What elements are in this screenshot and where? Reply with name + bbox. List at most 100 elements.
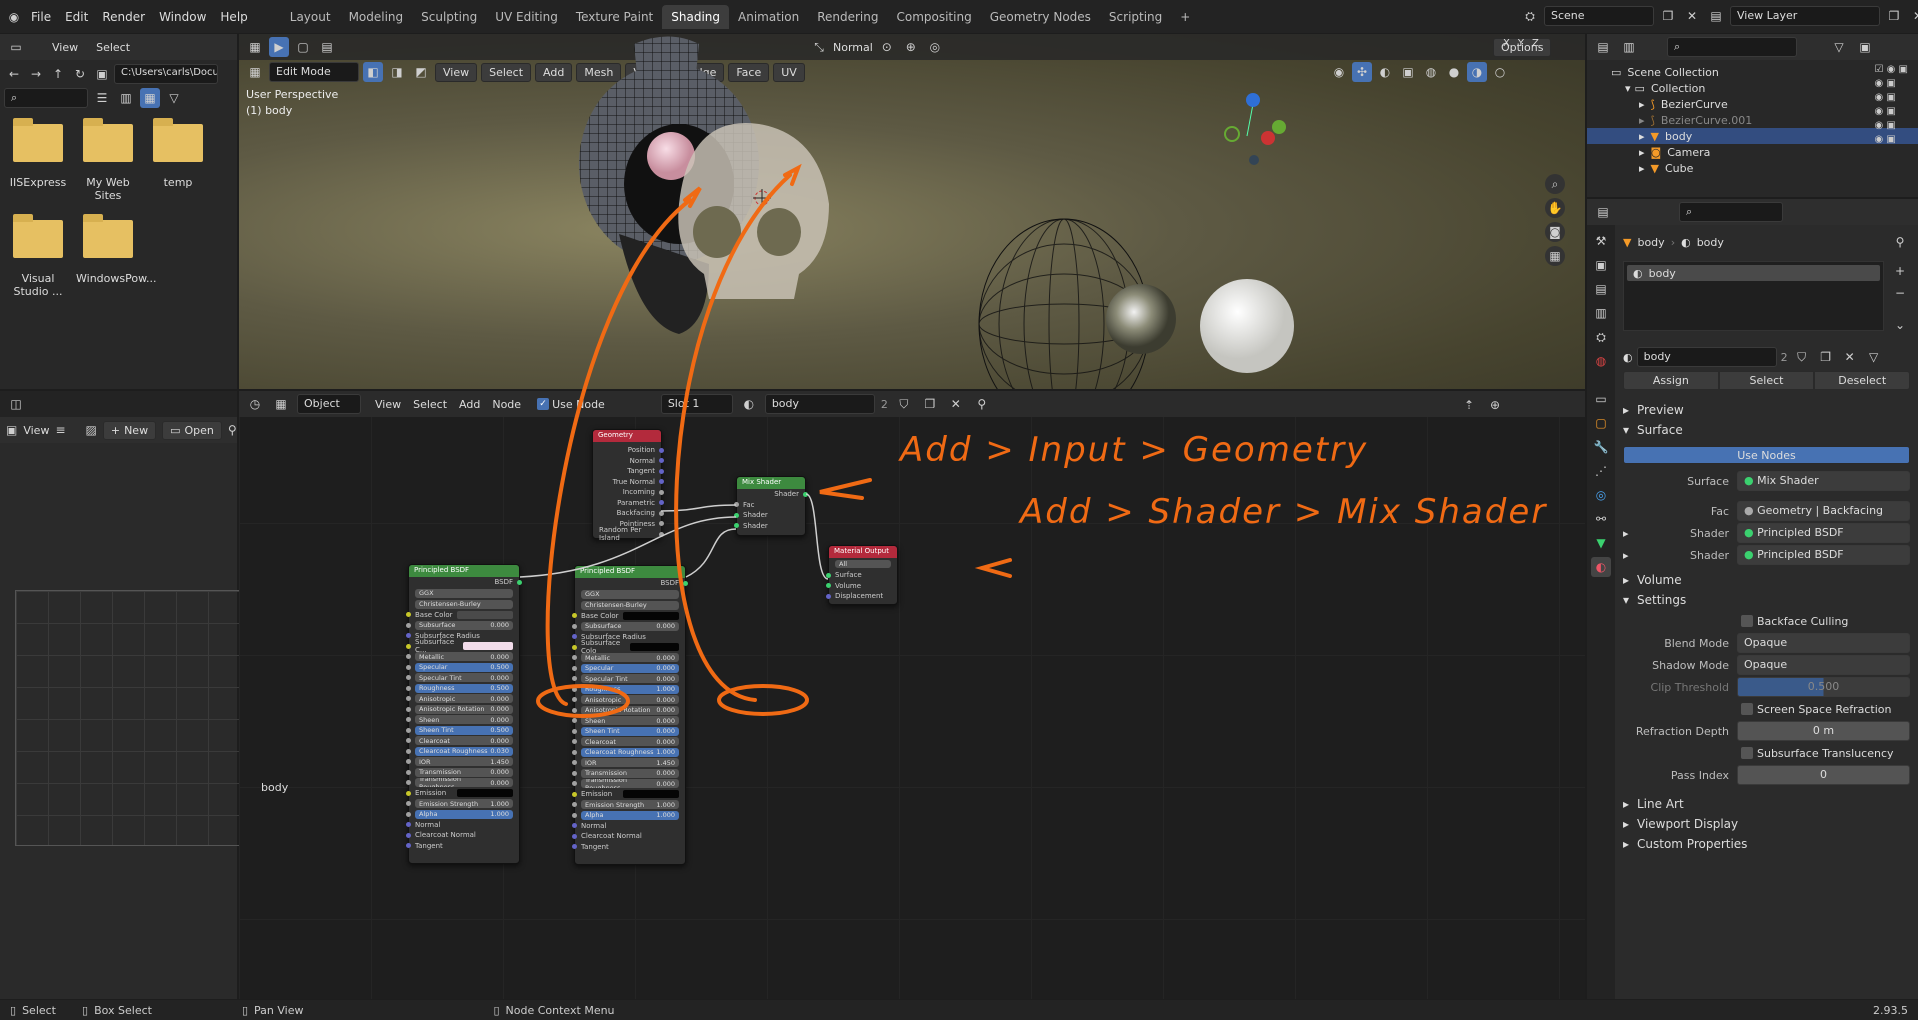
socket-dot[interactable] — [734, 512, 739, 518]
parent-tree-icon[interactable]: ⇡ — [1459, 395, 1479, 415]
bsdf-input-row[interactable]: Sheen 0.000 — [572, 716, 685, 727]
object-tab-icon[interactable]: ▢ — [1591, 413, 1611, 433]
socket-dot[interactable] — [406, 769, 411, 775]
output-tab-icon[interactable]: ▤ — [1591, 279, 1611, 299]
bsdf-input-row[interactable]: Clearcoat Roughness 1.000 — [572, 747, 685, 758]
visibility-icon[interactable]: ◉ ▣ — [1875, 78, 1909, 89]
uv-grid[interactable] — [15, 590, 271, 846]
color-swatch[interactable] — [457, 610, 513, 619]
blend-mode-select[interactable]: Opaque — [1737, 633, 1910, 653]
menu-help[interactable]: Help — [213, 10, 254, 24]
scene-icon[interactable]: ⛭ — [1520, 6, 1540, 26]
editor-type-icon[interactable]: ▭ — [6, 37, 26, 57]
socket-dot[interactable] — [659, 500, 664, 506]
grid-icon[interactable]: ▦ — [1545, 246, 1565, 266]
folder-item[interactable]: My Web Sites — [76, 118, 140, 202]
socket-dot[interactable] — [406, 748, 411, 754]
collection-tab-icon[interactable]: ▭ — [1591, 389, 1611, 409]
outliner-search-input[interactable]: ⌕ — [1667, 37, 1797, 57]
pin-icon[interactable]: ⚲ — [228, 420, 237, 440]
render-tab-icon[interactable]: ▣ — [1591, 255, 1611, 275]
socket-dot[interactable] — [572, 707, 577, 713]
tab-compositing[interactable]: Compositing — [887, 5, 980, 29]
socket-dot[interactable] — [572, 812, 577, 818]
bsdf-input-row[interactable]: Roughness 0.500 — [406, 683, 519, 694]
new-collection-icon[interactable]: ▣ — [1855, 37, 1875, 57]
bsdf-input-row[interactable]: Emission Strength 1.000 — [572, 800, 685, 811]
hamburger-icon[interactable]: ≡ — [55, 420, 65, 440]
display-mode-icon[interactable]: ▥ — [1619, 37, 1639, 57]
bsdf-value-slider[interactable]: Transmission 0.000 — [581, 768, 679, 778]
unlink-icon[interactable]: ✕ — [946, 394, 966, 414]
color-swatch[interactable] — [630, 643, 679, 652]
properties-search-input[interactable]: ⌕ — [1679, 202, 1783, 222]
bsdf-value-slider[interactable]: Specular 0.000 — [581, 663, 679, 673]
outliner-item-selected[interactable]: ▸ ▼ body — [1587, 128, 1918, 144]
distribution-select[interactable]: GGX — [581, 589, 679, 599]
data-tab-icon[interactable]: ▼ — [1591, 533, 1611, 553]
scene-tab-icon[interactable]: ⛭ — [1591, 327, 1611, 347]
socket-dot[interactable] — [659, 521, 664, 527]
bsdf-input-row[interactable]: Normal — [572, 821, 685, 832]
socket-dot[interactable] — [826, 593, 831, 599]
socket-geometry-out[interactable]: Backfacing — [593, 508, 664, 519]
socket-dot[interactable] — [406, 759, 411, 765]
socket-dot[interactable] — [572, 802, 577, 808]
material-icon[interactable]: ◐ — [1623, 351, 1633, 364]
socket-dot[interactable] — [406, 790, 411, 796]
socket-geometry-out[interactable]: Tangent — [593, 466, 664, 477]
socket-dot[interactable] — [572, 655, 577, 661]
editor-type-icon[interactable]: ◫ — [6, 394, 26, 414]
bsdf-input-row[interactable]: Subsurface C... — [406, 638, 519, 654]
open-image-button[interactable]: ▭ Open — [162, 420, 222, 440]
folder-item[interactable]: WindowsPow... — [76, 214, 157, 298]
object-type-icon[interactable]: ▦ — [271, 394, 291, 414]
visibility-icon[interactable]: ◉ ▣ — [1875, 92, 1909, 103]
socket-dot[interactable] — [826, 583, 831, 589]
socket-dot[interactable] — [659, 489, 664, 495]
bsdf-input-row[interactable]: Roughness 1.000 — [572, 684, 685, 695]
bsdf-value-slider[interactable]: Transmission Roughness 0.000 — [581, 779, 679, 789]
close-scene-icon[interactable]: ✕ — [1682, 6, 1702, 26]
fake-user-icon[interactable]: ⛉ — [894, 394, 914, 414]
shadow-mode-select[interactable]: Opaque — [1737, 655, 1910, 675]
bsdf-input-row[interactable]: Emission — [572, 789, 685, 800]
blender-logo-icon[interactable]: ◉ — [4, 7, 24, 27]
geometry-node[interactable]: Geometry Position Normal Tangent True Norma… — [592, 429, 664, 542]
socket-dot[interactable] — [572, 833, 577, 839]
duplicate-icon[interactable]: ❐ — [920, 394, 940, 414]
ssr-checkbox[interactable]: Screen Space Refraction — [1623, 698, 1910, 720]
tool-tab-icon[interactable]: ⚒ — [1591, 231, 1611, 251]
socket-dot[interactable] — [406, 622, 411, 628]
socket-dot[interactable] — [572, 781, 577, 787]
material-tab-icon[interactable]: ◐ — [1591, 557, 1611, 577]
bsdf-value-slider[interactable]: Clearcoat Roughness 0.030 — [415, 746, 513, 756]
shader-field-2[interactable]: ● Principled BSDF — [1737, 545, 1910, 565]
image-browse-icon[interactable]: ▨ — [86, 420, 97, 440]
bsdf-value-slider[interactable]: Subsurface 0.000 — [415, 620, 513, 630]
bsdf-input-row[interactable]: Emission Strength 1.000 — [406, 799, 519, 810]
socket-dot[interactable] — [517, 579, 522, 585]
ne-menu-node[interactable]: Node — [492, 398, 521, 411]
tab-sculpting[interactable]: Sculpting — [412, 5, 486, 29]
visibility-icon[interactable]: ◉ ▣ — [1875, 120, 1909, 131]
socket-dot[interactable] — [406, 843, 411, 849]
tab-layout[interactable]: Layout — [281, 5, 340, 29]
camera-icon[interactable]: ◙ — [1545, 222, 1565, 242]
bsdf-input-row[interactable]: Normal — [406, 820, 519, 831]
bsdf-value-slider[interactable]: Anisotropic Rotation 0.000 — [581, 705, 679, 715]
bsdf-value-slider[interactable]: Anisotropic 0.000 — [415, 694, 513, 704]
bsdf-value-slider[interactable]: Emission Strength 1.000 — [581, 800, 679, 810]
visibility-icon[interactable]: ◉ ▣ — [1875, 134, 1909, 145]
socket-geometry-out[interactable]: Parametric — [593, 498, 664, 509]
socket-dot[interactable] — [659, 510, 664, 516]
socket-dot[interactable] — [406, 706, 411, 712]
chevron-right-icon[interactable]: ▸ — [1639, 98, 1645, 111]
bsdf-value-slider[interactable]: Clearcoat 0.000 — [581, 737, 679, 747]
pin-icon[interactable]: ⚲ — [972, 394, 992, 414]
bsdf-input-row[interactable]: Clearcoat 0.000 — [572, 737, 685, 748]
ne-menu-view[interactable]: View — [375, 398, 401, 411]
socket-dot[interactable] — [572, 749, 577, 755]
refresh-icon[interactable]: ↻ — [70, 64, 90, 84]
add-workspace-icon[interactable]: + — [1171, 5, 1199, 29]
